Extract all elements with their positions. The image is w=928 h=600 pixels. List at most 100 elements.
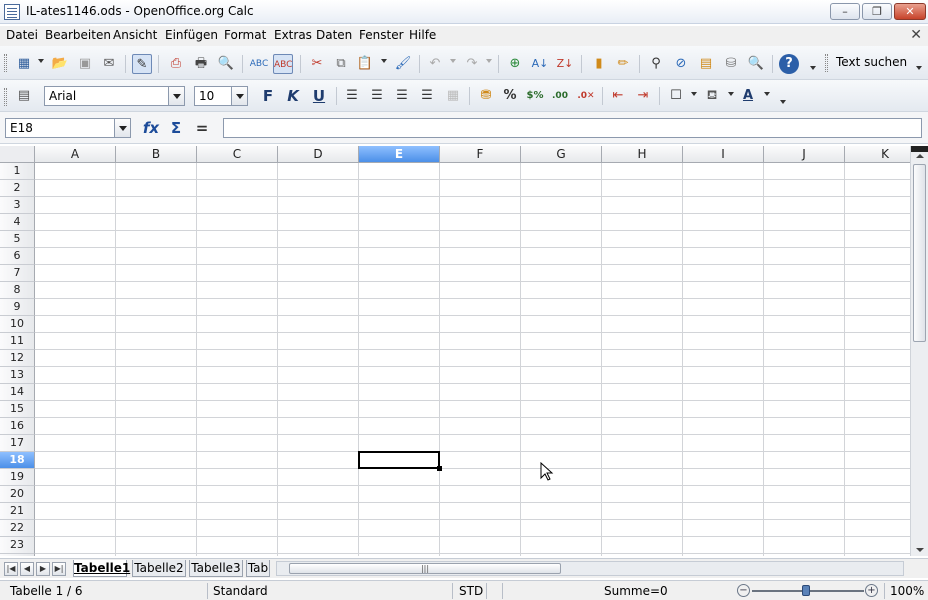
scroll-up-icon[interactable]: [916, 154, 924, 158]
row-header-24[interactable]: 24: [0, 554, 35, 556]
row-header-7[interactable]: 7: [0, 265, 35, 282]
open-icon[interactable]: 📂: [50, 54, 70, 74]
row-header-20[interactable]: 20: [0, 486, 35, 503]
menu-daten[interactable]: Daten: [316, 28, 352, 42]
help-icon[interactable]: ?: [779, 54, 799, 74]
align-right-icon[interactable]: ☰: [392, 86, 412, 106]
row-header-17[interactable]: 17: [0, 435, 35, 452]
cut-icon[interactable]: ✂: [307, 54, 327, 74]
borders-icon[interactable]: ☐: [666, 86, 686, 106]
maximize-button[interactable]: ❐: [862, 3, 892, 20]
sheet-tab-tabelle2[interactable]: Tabelle2: [132, 560, 186, 577]
redo-icon[interactable]: ↷: [462, 54, 482, 74]
sheet-tab-tabelle1[interactable]: Tabelle1: [73, 560, 130, 577]
print-icon[interactable]: 🖶: [191, 54, 211, 74]
formula-input[interactable]: [223, 118, 922, 138]
next-sheet-icon[interactable]: ▶: [36, 562, 50, 576]
find-replace-icon[interactable]: ⚲: [646, 54, 666, 74]
column-header-i[interactable]: I: [683, 146, 764, 163]
copy-icon[interactable]: ⧉: [331, 54, 351, 74]
first-sheet-icon[interactable]: |◀: [4, 562, 18, 576]
menu-extras[interactable]: Extras: [274, 28, 312, 42]
undo-dropdown-arrow[interactable]: [450, 59, 456, 63]
delete-decimal-icon[interactable]: .0✕: [576, 86, 596, 106]
row-header-22[interactable]: 22: [0, 520, 35, 537]
paste-icon[interactable]: 📋: [355, 54, 375, 74]
standard-format-icon[interactable]: $%: [525, 86, 545, 106]
vertical-scroll-thumb[interactable]: [913, 164, 926, 342]
show-draw-functions-icon[interactable]: ✏: [613, 54, 633, 74]
previous-sheet-icon[interactable]: ◀: [20, 562, 34, 576]
active-cell-cursor[interactable]: [358, 451, 442, 471]
column-header-k[interactable]: K: [845, 146, 910, 163]
save-icon[interactable]: ▣: [75, 54, 95, 74]
find-text-label[interactable]: Text suchen: [836, 55, 907, 69]
toolbar-grip[interactable]: [4, 54, 7, 72]
row-header-9[interactable]: 9: [0, 299, 35, 316]
selection-mode[interactable]: STD: [459, 584, 483, 598]
font-name-dropdown-icon[interactable]: [168, 87, 184, 105]
row-header-19[interactable]: 19: [0, 469, 35, 486]
navigator-icon[interactable]: ⊘: [671, 54, 691, 74]
sort-ascending-icon[interactable]: A↓: [530, 54, 550, 74]
menu-datei[interactable]: Datei: [6, 28, 38, 42]
find-toolbar-grip[interactable]: [825, 54, 828, 72]
column-header-c[interactable]: C: [197, 146, 278, 163]
styles-formatting-icon[interactable]: ▤: [14, 86, 34, 106]
name-box-dropdown-icon[interactable]: [114, 119, 130, 137]
column-header-b[interactable]: B: [116, 146, 197, 163]
background-color-dropdown-arrow[interactable]: [728, 92, 734, 96]
column-header-h[interactable]: H: [602, 146, 683, 163]
last-sheet-icon[interactable]: ▶|: [52, 562, 66, 576]
font-size-dropdown-icon[interactable]: [231, 87, 247, 105]
zoom-out-icon[interactable]: −: [737, 584, 750, 597]
menu-format[interactable]: Format: [224, 28, 266, 42]
align-left-icon[interactable]: ☰: [342, 86, 362, 106]
decrease-indent-icon[interactable]: ⇤: [608, 86, 628, 106]
menu-hilfe[interactable]: Hilfe: [409, 28, 436, 42]
zoom-icon[interactable]: 🔍: [746, 54, 766, 74]
edit-file-icon[interactable]: ✎: [132, 54, 152, 74]
sort-descending-icon[interactable]: Z↓: [555, 54, 575, 74]
row-header-18[interactable]: 18: [0, 452, 35, 469]
italic-button[interactable]: K: [283, 86, 303, 106]
chart-icon[interactable]: ▮: [589, 54, 609, 74]
menu-einfuegen[interactable]: Einfügen: [165, 28, 218, 42]
zoom-slider-knob[interactable]: [802, 585, 810, 596]
font-color-icon[interactable]: A: [738, 86, 758, 106]
toolbar-options-arrow[interactable]: [780, 100, 786, 104]
bold-button[interactable]: F: [258, 86, 278, 106]
justify-icon[interactable]: ☰: [417, 86, 437, 106]
row-header-15[interactable]: 15: [0, 401, 35, 418]
export-pdf-icon[interactable]: ⎙: [166, 54, 186, 74]
sum-icon[interactable]: Σ: [166, 118, 186, 138]
font-name-combo[interactable]: Arial: [44, 86, 185, 106]
new-document-icon[interactable]: ▦: [14, 54, 34, 74]
paste-dropdown-arrow[interactable]: [381, 59, 387, 63]
redo-dropdown-arrow[interactable]: [486, 59, 492, 63]
zoom-level[interactable]: 100%: [890, 584, 924, 598]
sheet-tab-tabelle3[interactable]: Tabelle3: [189, 560, 243, 577]
page-preview-icon[interactable]: 🔍: [216, 54, 236, 74]
row-header-11[interactable]: 11: [0, 333, 35, 350]
row-header-2[interactable]: 2: [0, 180, 35, 197]
merge-cells-icon[interactable]: ▦: [443, 86, 463, 106]
vertical-scrollbar[interactable]: [910, 146, 928, 556]
function-icon[interactable]: =: [192, 118, 212, 138]
split-handle[interactable]: [911, 146, 928, 152]
row-header-6[interactable]: 6: [0, 248, 35, 265]
column-header-g[interactable]: G: [521, 146, 602, 163]
font-color-dropdown-arrow[interactable]: [764, 92, 770, 96]
horizontal-scrollbar[interactable]: |||: [276, 561, 904, 576]
row-header-12[interactable]: 12: [0, 350, 35, 367]
menu-bearbeiten[interactable]: Bearbeiten: [45, 28, 111, 42]
find-toolbar-options-arrow[interactable]: [916, 66, 922, 70]
column-header-a[interactable]: A: [35, 146, 116, 163]
row-header-3[interactable]: 3: [0, 197, 35, 214]
data-sources-icon[interactable]: ⛁: [721, 54, 741, 74]
scroll-down-icon[interactable]: [916, 548, 924, 552]
undo-icon[interactable]: ↶: [425, 54, 445, 74]
page-style[interactable]: Standard: [213, 584, 268, 598]
spellcheck-icon[interactable]: ABC: [249, 54, 269, 74]
zoom-in-icon[interactable]: +: [865, 584, 878, 597]
